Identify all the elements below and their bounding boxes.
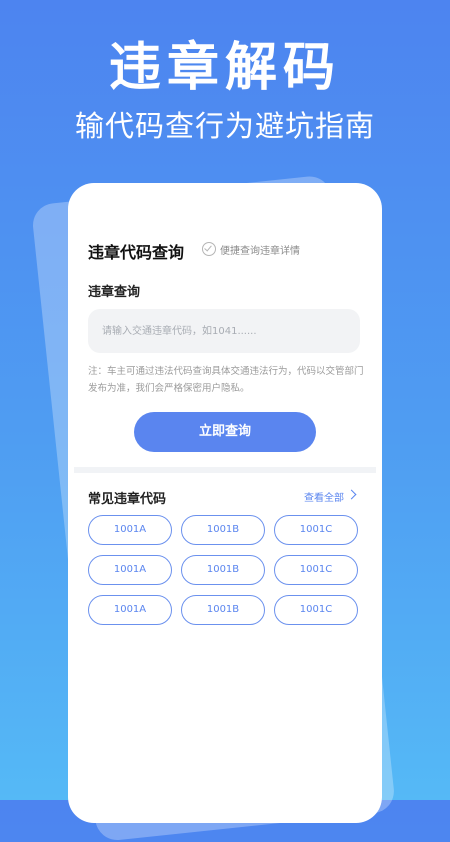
view-all-link[interactable]: 查看全部 bbox=[304, 489, 344, 504]
code-chip[interactable]: 1001A bbox=[88, 515, 172, 545]
card-title: 违章代码查询 bbox=[88, 243, 185, 262]
code-chip[interactable]: 1001A bbox=[88, 555, 172, 585]
violation-code-input[interactable] bbox=[88, 309, 360, 353]
code-chip[interactable]: 1001C bbox=[274, 555, 358, 585]
code-chip[interactable]: 1001B bbox=[181, 595, 265, 625]
query-card: 违章代码查询 便捷查询违章详情 违章查询 注：车主可通过违法代码查询具体交通违法… bbox=[68, 183, 382, 823]
card-hint: 便捷查询违章详情 bbox=[220, 246, 300, 257]
chevron-right-icon[interactable] bbox=[346, 489, 357, 500]
hero-subtitle: 输代码查行为避坑指南 bbox=[74, 109, 375, 143]
check-circle-icon bbox=[202, 242, 216, 256]
code-chip[interactable]: 1001C bbox=[274, 515, 358, 545]
code-chip[interactable]: 1001C bbox=[274, 595, 358, 625]
code-chip[interactable]: 1001B bbox=[181, 515, 265, 545]
query-section-label: 违章查询 bbox=[88, 285, 141, 300]
privacy-note: 注：车主可通过违法代码查询具体交通违法行为，代码以交管部门发布为准，我们会严格保… bbox=[88, 366, 364, 394]
hero-title: 违章解码 bbox=[108, 38, 341, 98]
query-button[interactable]: 立即查询 bbox=[134, 412, 316, 452]
code-chip[interactable]: 1001A bbox=[88, 595, 172, 625]
common-codes-title: 常见违章代码 bbox=[88, 492, 167, 507]
section-divider bbox=[74, 467, 376, 473]
code-chip[interactable]: 1001B bbox=[181, 555, 265, 585]
